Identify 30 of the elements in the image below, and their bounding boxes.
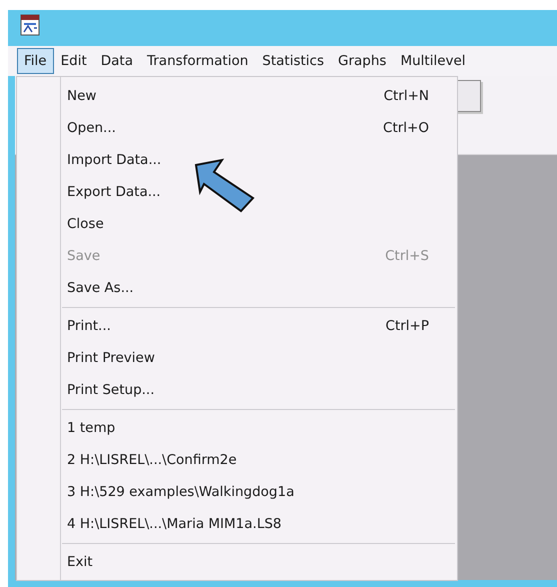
menu-item-label: New	[67, 86, 96, 106]
menu-bar-item[interactable]: Data	[94, 48, 140, 74]
menu-item[interactable]: Exit	[19, 546, 455, 578]
menu-bar-item[interactable]: Statistics	[255, 48, 331, 74]
menu-item[interactable]: 1 temp	[19, 412, 455, 444]
menu-item[interactable]: Open... Ctrl+O	[19, 112, 455, 144]
menu-bar-item[interactable]: Multilevel	[393, 48, 473, 74]
menu-item-label: Print...	[67, 316, 111, 336]
shortcut-label: Ctrl+O	[383, 118, 429, 138]
menu-item[interactable]: Close	[19, 208, 455, 240]
menu-item[interactable]: 4 H:\LISREL\...\Maria MIM1a.LS8	[19, 508, 455, 540]
shortcut-label: Ctrl+P	[386, 316, 429, 336]
menu-bar-item[interactable]: Graphs	[331, 48, 394, 74]
menu-bar-item[interactable]: Edit	[54, 48, 94, 74]
shortcut-label: Ctrl+N	[384, 86, 429, 106]
menu-item[interactable]: Export Data...	[19, 176, 455, 208]
shortcut-label: Ctrl+S	[385, 246, 429, 266]
menu-item[interactable]: 3 H:\529 examples\Walkingdog1a	[19, 476, 455, 508]
menu-bar-item[interactable]: Transformation	[140, 48, 256, 74]
menu-item[interactable]: 2 H:\LISREL\...\Confirm2e	[19, 444, 455, 476]
menu-item[interactable]: Print... Ctrl+P	[19, 310, 455, 342]
menu-item-label: Save	[67, 246, 100, 266]
menu-item[interactable]: Import Data...	[19, 144, 455, 176]
menu-item[interactable]: Print Preview	[19, 342, 455, 374]
app-icon	[20, 14, 40, 36]
menu-item[interactable]: New Ctrl+N	[19, 80, 455, 112]
menu-item[interactable]: Save As...	[19, 272, 455, 304]
menu-bar-item[interactable]: File	[17, 48, 54, 74]
menu-item-label: Open...	[67, 118, 116, 138]
menu-item[interactable]: Print Setup...	[19, 374, 455, 406]
